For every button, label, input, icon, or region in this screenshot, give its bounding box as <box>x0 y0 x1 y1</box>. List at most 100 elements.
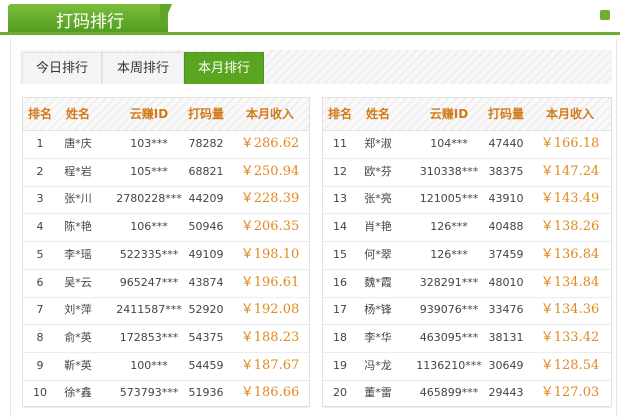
cell-rank: 14 <box>333 220 347 234</box>
cell-rank: 2 <box>36 164 44 178</box>
cell-rank: 10 <box>33 386 47 400</box>
table-row: 20 董*雷 465899*** 29443 ￥127.03 <box>323 379 611 409</box>
table-row: 12 欧*芬 310338*** 38375 ￥147.24 <box>323 158 611 187</box>
cell-name: 程*岩 <box>64 164 92 178</box>
section-header: 打码排行 <box>0 0 620 36</box>
ranking-table-left: 排名 姓名 云赚ID 打码量 本月收入 1 唐*庆 103*** 78282 ￥286.62 2 程*… <box>22 97 310 409</box>
cell-income: ￥206.35 <box>240 219 300 235</box>
cell-name: 刘*萍 <box>64 303 92 317</box>
cell-income: ￥134.36 <box>540 302 600 318</box>
name-header: 姓名 <box>365 107 390 121</box>
cell-name: 李*华 <box>364 330 392 344</box>
cell-income: ￥187.67 <box>240 357 300 373</box>
cell-name: 杨*锋 <box>364 303 392 317</box>
cell-name: 张*川 <box>64 192 92 206</box>
title-notch <box>160 4 172 32</box>
cell-count: 43910 <box>488 192 524 206</box>
table-row: 16 魏*霞 328291*** 48010 ￥134.84 <box>323 269 611 298</box>
cell-count: 49109 <box>188 247 224 261</box>
cell-income: ￥192.08 <box>240 302 300 318</box>
cell-income: ￥143.49 <box>540 191 600 207</box>
cell-count: 30649 <box>488 358 524 372</box>
cell-count: 40488 <box>488 220 524 234</box>
ranking-table-right: 排名 姓名 云赚ID 打码量 本月收入 11 郑*淑 104*** 47440 ￥166.18 12… <box>322 97 612 409</box>
cell-count: 54375 <box>188 330 224 344</box>
cell-rank: 13 <box>333 192 347 206</box>
table-row: 15 何*翠 126*** 37459 ￥136.84 <box>323 241 611 270</box>
table-row: 6 吴*云 965247*** 43874 ￥196.61 <box>23 269 309 298</box>
count-header: 打码量 <box>187 107 224 121</box>
cell-count: 78282 <box>188 137 224 150</box>
cell-rank: 9 <box>36 358 44 372</box>
table-row: 17 杨*锋 939076*** 33476 ￥134.36 <box>323 296 611 326</box>
cell-income: ￥250.94 <box>240 163 300 179</box>
cell-rank: 3 <box>36 192 44 206</box>
cell-name: 陈*艳 <box>64 220 92 234</box>
table-row: 9 靳*英 100*** 54459 ￥187.67 <box>23 352 309 381</box>
cell-rank: 5 <box>36 247 44 261</box>
cell-rank: 7 <box>36 303 44 317</box>
cell-name: 冯*龙 <box>364 358 392 372</box>
cell-count: 37459 <box>488 247 524 261</box>
cell-count: 29443 <box>488 386 524 400</box>
tab-month[interactable]: 本月排行 <box>184 52 264 84</box>
table-header: 排名 姓名 云赚ID 打码量 本月收入 <box>23 98 309 131</box>
table-row: 19 冯*龙 1136210*** 30649 ￥128.54 <box>323 352 611 381</box>
table-row: 4 陈*艳 106*** 50946 ￥206.35 <box>23 213 309 243</box>
cell-income: ￥127.03 <box>540 385 600 401</box>
cell-name: 靳*英 <box>64 358 92 372</box>
cell-income: ￥166.18 <box>540 136 600 151</box>
cell-income: ￥136.84 <box>540 246 600 262</box>
cell-rank: 6 <box>36 275 44 289</box>
table-row: 3 张*川 2780228*** 44209 ￥228.39 <box>23 185 309 215</box>
page-title: 打码排行 <box>56 12 124 32</box>
cell-income: ￥196.61 <box>240 274 300 290</box>
corner-decoration <box>600 10 610 20</box>
cell-income: ￥133.42 <box>540 329 600 345</box>
cell-rank: 11 <box>333 137 347 150</box>
table-row: 2 程*岩 105*** 68821 ￥250.94 <box>23 158 309 187</box>
cell-name: 欧*芬 <box>364 164 392 178</box>
cell-income: ￥228.39 <box>240 191 300 207</box>
cell-rank: 4 <box>36 220 44 234</box>
cell-count: 48010 <box>488 275 524 289</box>
cell-rank: 18 <box>333 330 347 344</box>
name-header: 姓名 <box>65 107 90 121</box>
table-row: 14 肖*艳 126*** 40488 ￥138.26 <box>323 213 611 243</box>
cell-rank: 1 <box>36 137 44 150</box>
income-header: 本月收入 <box>545 107 594 121</box>
rank-header: 排名 <box>27 107 52 121</box>
cell-income: ￥138.26 <box>540 219 600 235</box>
cell-count: 44209 <box>188 192 224 206</box>
cell-count: 51936 <box>188 386 224 400</box>
cell-name: 吴*云 <box>64 275 92 289</box>
table-row: 13 张*亮 121005*** 43910 ￥143.49 <box>323 185 611 215</box>
income-header: 本月收入 <box>245 107 294 121</box>
table-row: 11 郑*淑 104*** 47440 ￥166.18 <box>323 130 611 159</box>
cell-name: 何*翠 <box>364 247 392 261</box>
header-divider <box>0 32 620 35</box>
cell-count: 54459 <box>188 358 224 372</box>
table-row: 5 李*瑶 522335*** 49109 ￥198.10 <box>23 241 309 270</box>
cell-rank: 17 <box>333 303 347 317</box>
tab-week[interactable]: 本周排行 <box>102 52 184 84</box>
cell-count: 50946 <box>188 220 224 234</box>
cell-count: 33476 <box>488 303 524 317</box>
cell-income: ￥147.24 <box>540 163 600 179</box>
tab-today[interactable]: 今日排行 <box>22 52 102 84</box>
cell-rank: 16 <box>333 275 347 289</box>
cell-count: 52920 <box>188 303 224 317</box>
table-row: 1 唐*庆 103*** 78282 ￥286.62 <box>23 130 309 159</box>
cell-name: 徐*鑫 <box>64 386 92 400</box>
cell-income: ￥134.84 <box>540 274 600 290</box>
cell-income: ￥286.62 <box>240 136 300 151</box>
cell-count: 68821 <box>188 164 224 178</box>
cell-income: ￥198.10 <box>240 246 300 262</box>
cell-rank: 15 <box>333 247 347 261</box>
cell-name: 郑*淑 <box>364 137 392 150</box>
cell-rank: 8 <box>36 330 44 344</box>
cell-count: 38131 <box>488 330 524 344</box>
cell-income: ￥128.54 <box>540 357 600 373</box>
table-row: 7 刘*萍 2411587*** 52920 ￥192.08 <box>23 296 309 326</box>
cell-rank: 12 <box>333 164 347 178</box>
